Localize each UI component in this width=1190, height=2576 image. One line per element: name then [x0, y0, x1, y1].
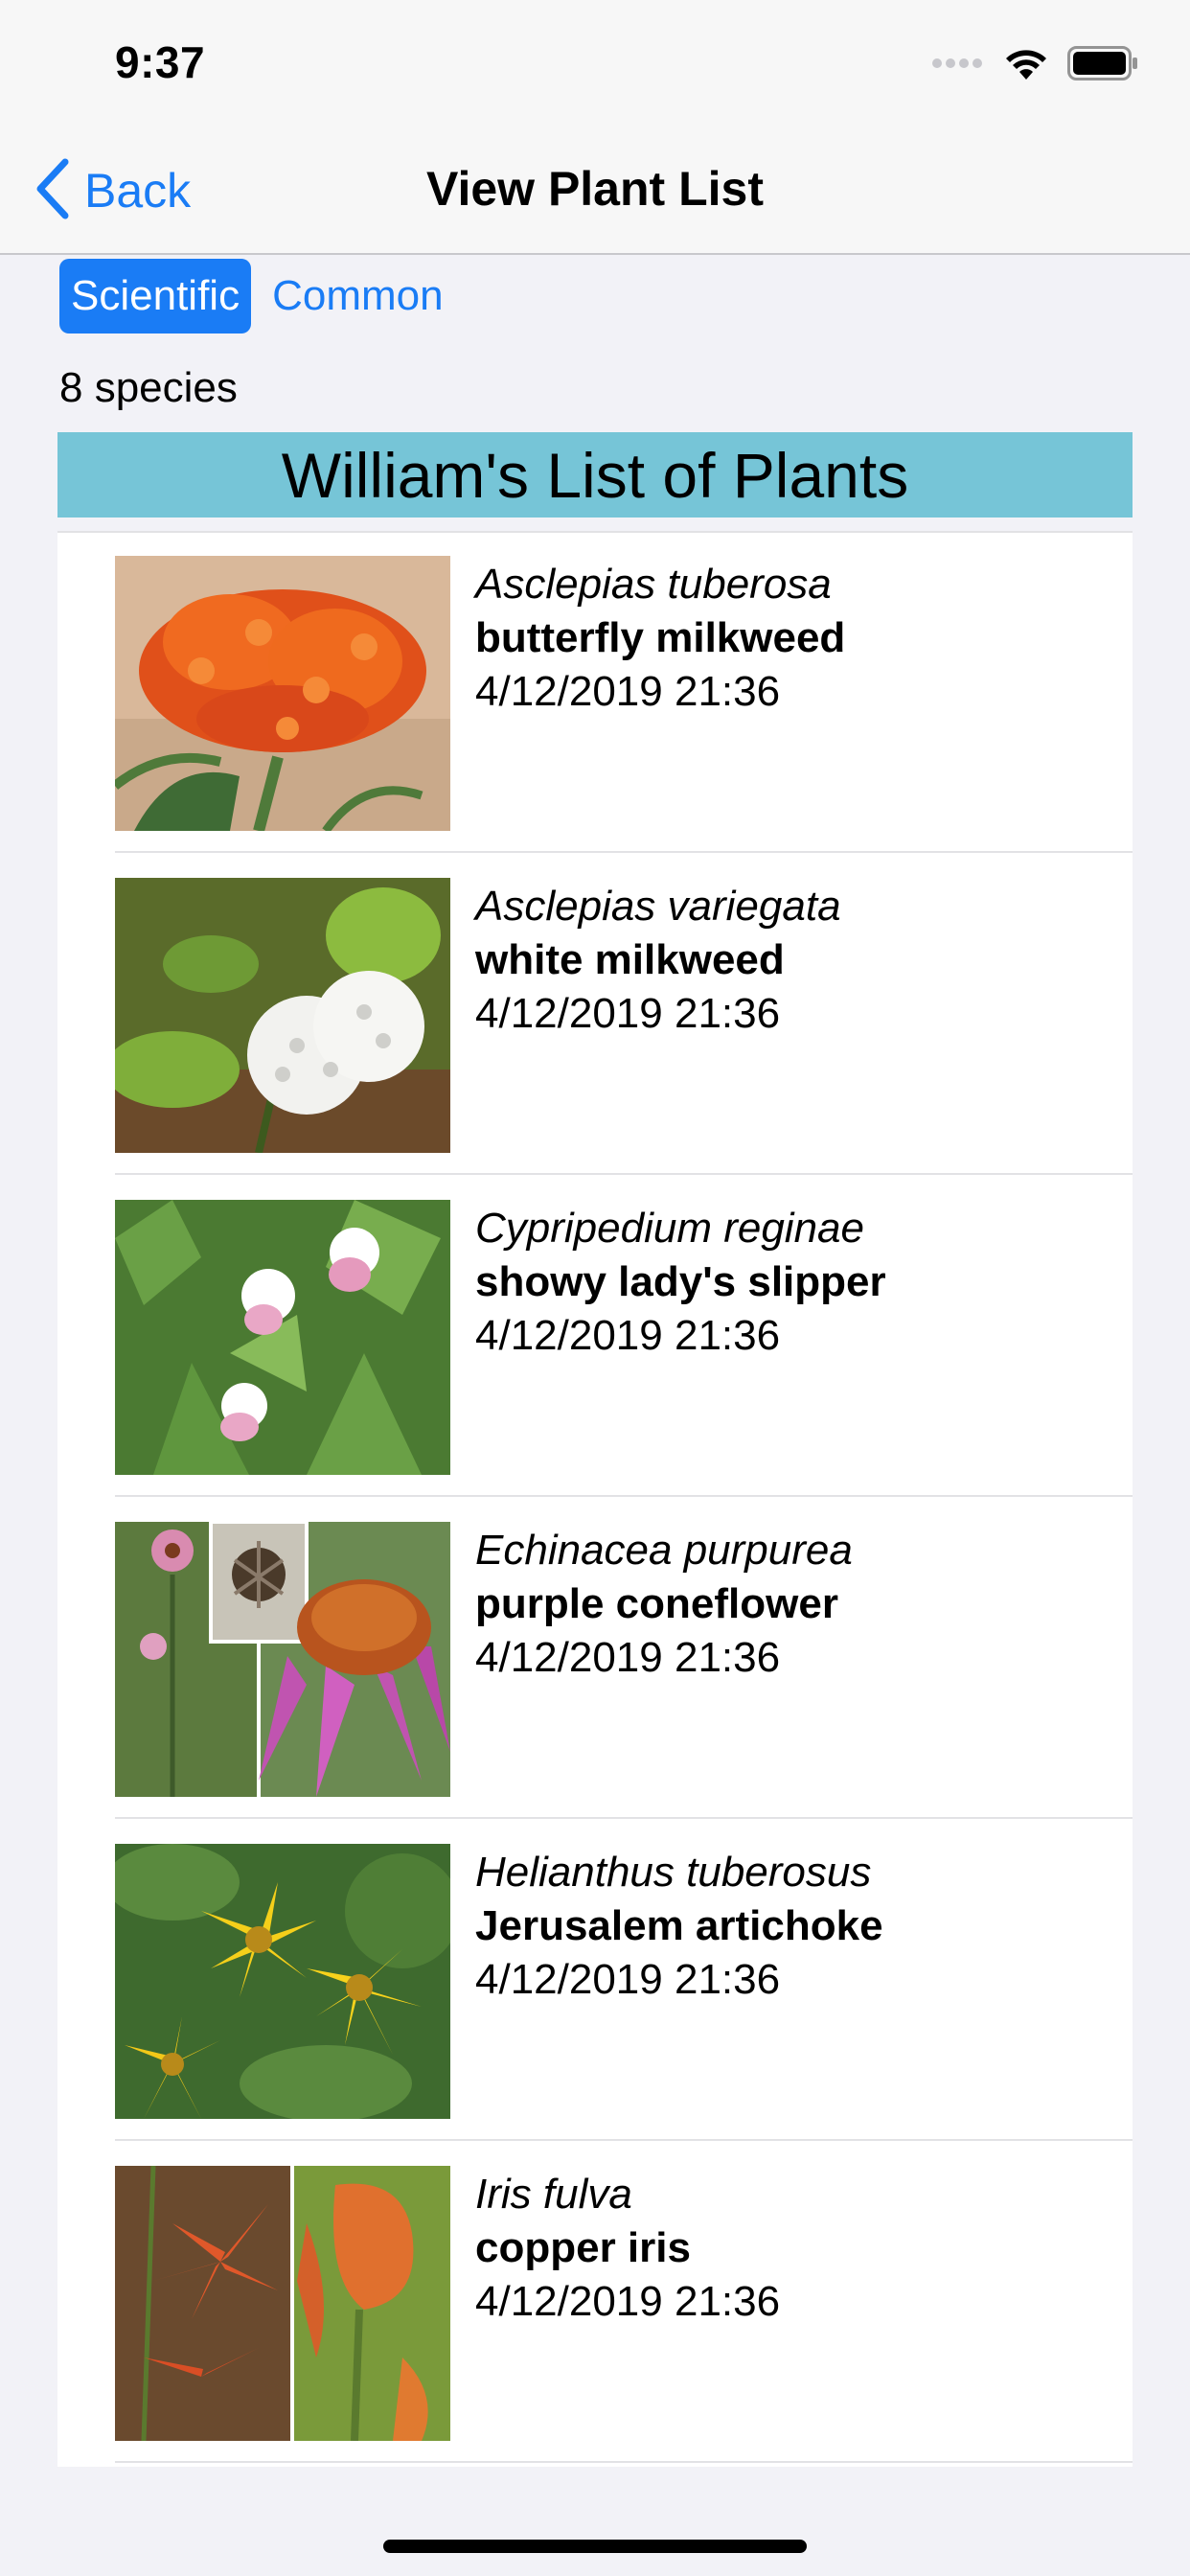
observation-date: 4/12/2019 21:36: [475, 990, 781, 1037]
observation-date: 4/12/2019 21:36: [475, 1956, 781, 2003]
plant-photo: [115, 878, 450, 1153]
plant-photo: [115, 1200, 450, 1475]
plant-row[interactable]: Asclepias variegata white milkweed 4/12/…: [57, 855, 1133, 1175]
species-count: 8 species: [59, 364, 238, 411]
plant-row[interactable]: Helianthus tuberosus Jerusalem artichoke…: [57, 1821, 1133, 2141]
scientific-name: Cypripedium reginae: [475, 1205, 864, 1252]
common-name: butterfly milkweed: [475, 614, 846, 661]
plant-photo: [115, 2166, 450, 2441]
navigation-bar: Back View Plant List: [0, 126, 1190, 255]
row-divider: [115, 1173, 1133, 1175]
observation-date: 4/12/2019 21:36: [475, 1312, 781, 1359]
list-title: William's List of Plants: [57, 432, 1133, 518]
plant-info: Cypripedium reginae showy lady's slipper…: [475, 1202, 1113, 1363]
status-bar: 9:37: [0, 0, 1190, 126]
common-name: Jerusalem artichoke: [475, 1902, 883, 1949]
scientific-name: Asclepias variegata: [475, 883, 841, 930]
observation-date: 4/12/2019 21:36: [475, 668, 781, 715]
plant-photo: [115, 1522, 450, 1797]
segment-common[interactable]: Common: [261, 259, 455, 334]
scientific-name: Helianthus tuberosus: [475, 1849, 872, 1896]
name-type-segmented-control: Scientific Common: [59, 259, 455, 334]
row-divider: [115, 851, 1133, 853]
plant-row[interactable]: Asclepias tuberosa butterfly milkweed 4/…: [57, 533, 1133, 853]
scientific-name: Echinacea purpurea: [475, 1527, 853, 1574]
common-name: showy lady's slipper: [475, 1258, 886, 1305]
plant-photo: [115, 556, 450, 831]
plant-row[interactable]: Iris fulva copper iris 4/12/2019 21:36: [57, 2143, 1133, 2463]
page-title: View Plant List: [426, 162, 764, 216]
plant-row[interactable]: Echinacea purpurea purple coneflower 4/1…: [57, 1499, 1133, 1819]
wifi-icon: [1002, 45, 1050, 86]
cellular-signal-icon: [931, 57, 985, 75]
status-time: 9:37: [115, 37, 206, 87]
plant-photo: [115, 1844, 450, 2119]
observation-date: 4/12/2019 21:36: [475, 1634, 781, 1681]
row-divider: [115, 1495, 1133, 1497]
scientific-name: Iris fulva: [475, 2171, 632, 2218]
row-divider: [115, 2461, 1133, 2463]
common-name: copper iris: [475, 2224, 691, 2271]
plant-list: Asclepias tuberosa butterfly milkweed 4/…: [57, 531, 1133, 2467]
plant-row[interactable]: Cypripedium reginae showy lady's slipper…: [57, 1177, 1133, 1497]
common-name: purple coneflower: [475, 1580, 838, 1627]
plant-info: Asclepias tuberosa butterfly milkweed 4/…: [475, 558, 1113, 719]
row-divider: [115, 1817, 1133, 1819]
plant-info: Asclepias variegata white milkweed 4/12/…: [475, 880, 1113, 1041]
status-icons: [931, 45, 1138, 86]
battery-icon: [1067, 45, 1138, 85]
plant-info: Helianthus tuberosus Jerusalem artichoke…: [475, 1846, 1113, 2007]
observation-date: 4/12/2019 21:36: [475, 2278, 781, 2325]
home-indicator[interactable]: [383, 2540, 807, 2553]
segment-scientific[interactable]: Scientific: [59, 259, 252, 334]
row-divider: [115, 2139, 1133, 2141]
scientific-name: Asclepias tuberosa: [475, 561, 832, 608]
common-name: white milkweed: [475, 936, 785, 983]
plant-info: Iris fulva copper iris 4/12/2019 21:36: [475, 2168, 1113, 2329]
plant-info: Echinacea purpurea purple coneflower 4/1…: [475, 1524, 1113, 1685]
